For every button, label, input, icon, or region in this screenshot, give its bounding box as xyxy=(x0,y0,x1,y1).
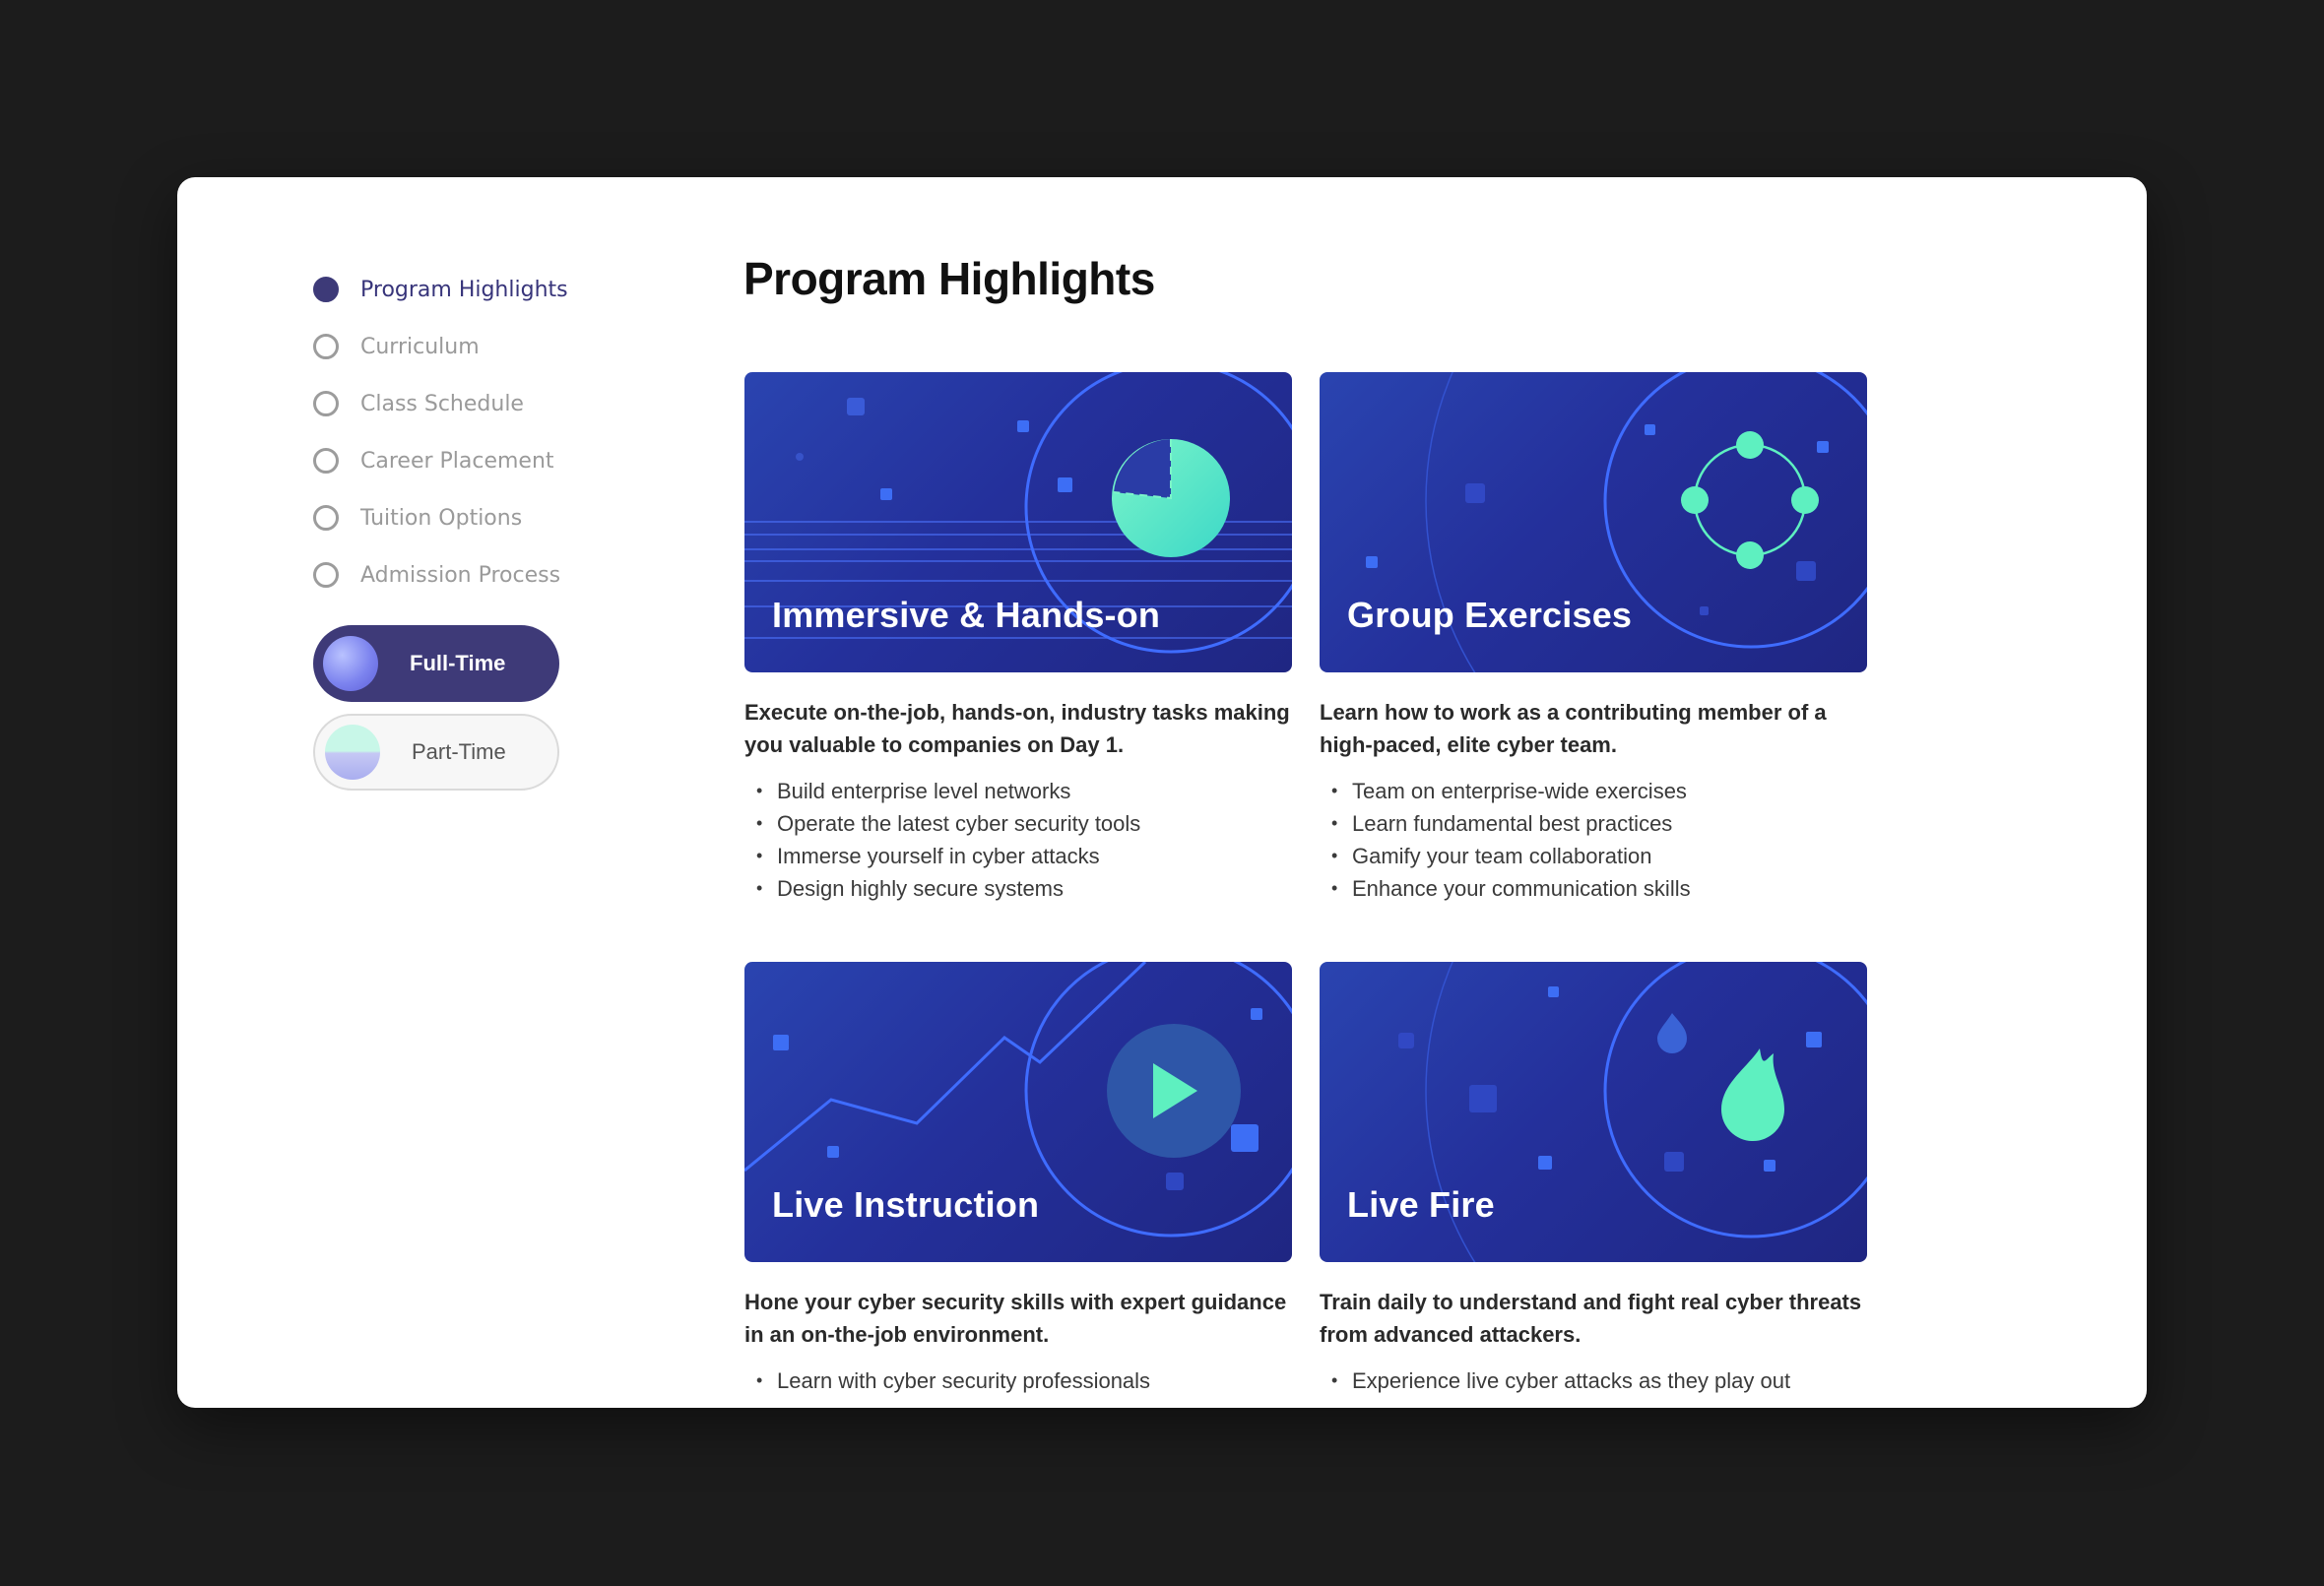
section-nav: Program Highlights Curriculum Class Sche… xyxy=(313,261,609,791)
radio-dot-icon xyxy=(313,562,339,588)
nav-item-tuition-options[interactable]: Tuition Options xyxy=(313,489,609,546)
screenshot-frame: Program Highlights Curriculum Class Sche… xyxy=(0,0,2324,1586)
nav-label: Class Schedule xyxy=(360,391,524,416)
card-banner: Immersive & Hands-on xyxy=(744,372,1292,672)
list-item: Experience live cyber attacks as they pl… xyxy=(1320,1364,1867,1397)
highlight-card-live-fire: Live Fire Train daily to understand and … xyxy=(1320,962,1867,1397)
list-item: Design highly secure systems xyxy=(744,872,1292,905)
list-item: Enhance your communication skills xyxy=(1320,872,1867,905)
card-bullet-list: Team on enterprise-wide exercises Learn … xyxy=(1320,775,1867,905)
nav-label: Program Highlights xyxy=(360,277,568,302)
nav-label: Tuition Options xyxy=(360,505,523,531)
card-description: Hone your cyber security skills with exp… xyxy=(744,1290,1287,1347)
page-title: Program Highlights xyxy=(743,253,1155,304)
list-item: Team on enterprise-wide exercises xyxy=(1320,775,1867,807)
highlight-card-immersive: Immersive & Hands-on Execute on-the-job,… xyxy=(744,372,1292,905)
highlight-card-group: Group Exercises Learn how to work as a c… xyxy=(1320,372,1867,905)
card-description: Learn how to work as a contributing memb… xyxy=(1320,700,1827,757)
highlight-card-live-instruction: Live Instruction Hone your cyber securit… xyxy=(744,962,1292,1397)
radio-dot-icon xyxy=(313,334,339,359)
card-title: Live Fire xyxy=(1347,1184,1495,1225)
program-panel: Program Highlights Curriculum Class Sche… xyxy=(177,177,2147,1408)
nav-item-curriculum[interactable]: Curriculum xyxy=(313,318,609,375)
list-item: Build enterprise level networks xyxy=(744,775,1292,807)
list-item: Operate the latest cyber security tools xyxy=(744,807,1292,840)
nav-item-career-placement[interactable]: Career Placement xyxy=(313,432,609,489)
list-item: Learn with cyber security professionals xyxy=(744,1364,1292,1397)
radio-dot-icon xyxy=(313,391,339,416)
card-title: Live Instruction xyxy=(772,1184,1040,1225)
card-banner: Group Exercises xyxy=(1320,372,1867,672)
nav-item-admission-process[interactable]: Admission Process xyxy=(313,546,609,603)
card-bullet-list: Build enterprise level networks Operate … xyxy=(744,775,1292,905)
list-item: Immerse yourself in cyber attacks xyxy=(744,840,1292,872)
card-description: Train daily to understand and fight real… xyxy=(1320,1290,1862,1347)
list-item: Learn fundamental best practices xyxy=(1320,807,1867,840)
nav-item-program-highlights[interactable]: Program Highlights xyxy=(313,261,609,318)
toggle-knob-icon xyxy=(325,725,380,780)
radio-dot-icon xyxy=(313,277,339,302)
card-description: Execute on-the-job, hands-on, industry t… xyxy=(744,700,1290,757)
card-banner: Live Fire xyxy=(1320,962,1867,1262)
full-time-toggle[interactable]: Full-Time xyxy=(313,625,559,702)
radio-dot-icon xyxy=(313,448,339,474)
card-bullet-list: Experience live cyber attacks as they pl… xyxy=(1320,1364,1867,1397)
nav-label: Career Placement xyxy=(360,448,554,474)
card-bullet-list: Learn with cyber security professionals xyxy=(744,1364,1292,1397)
card-banner: Live Instruction xyxy=(744,962,1292,1262)
card-title: Group Exercises xyxy=(1347,595,1633,635)
radio-dot-icon xyxy=(313,505,339,531)
toggle-knob-icon xyxy=(323,636,378,691)
list-item: Gamify your team collaboration xyxy=(1320,840,1867,872)
card-title: Immersive & Hands-on xyxy=(772,595,1161,635)
part-time-toggle[interactable]: Part-Time xyxy=(313,714,559,791)
toggle-label: Full-Time xyxy=(410,651,506,675)
nav-label: Admission Process xyxy=(360,562,561,588)
nav-item-class-schedule[interactable]: Class Schedule xyxy=(313,375,609,432)
nav-label: Curriculum xyxy=(360,334,480,359)
toggle-label: Part-Time xyxy=(412,739,506,764)
